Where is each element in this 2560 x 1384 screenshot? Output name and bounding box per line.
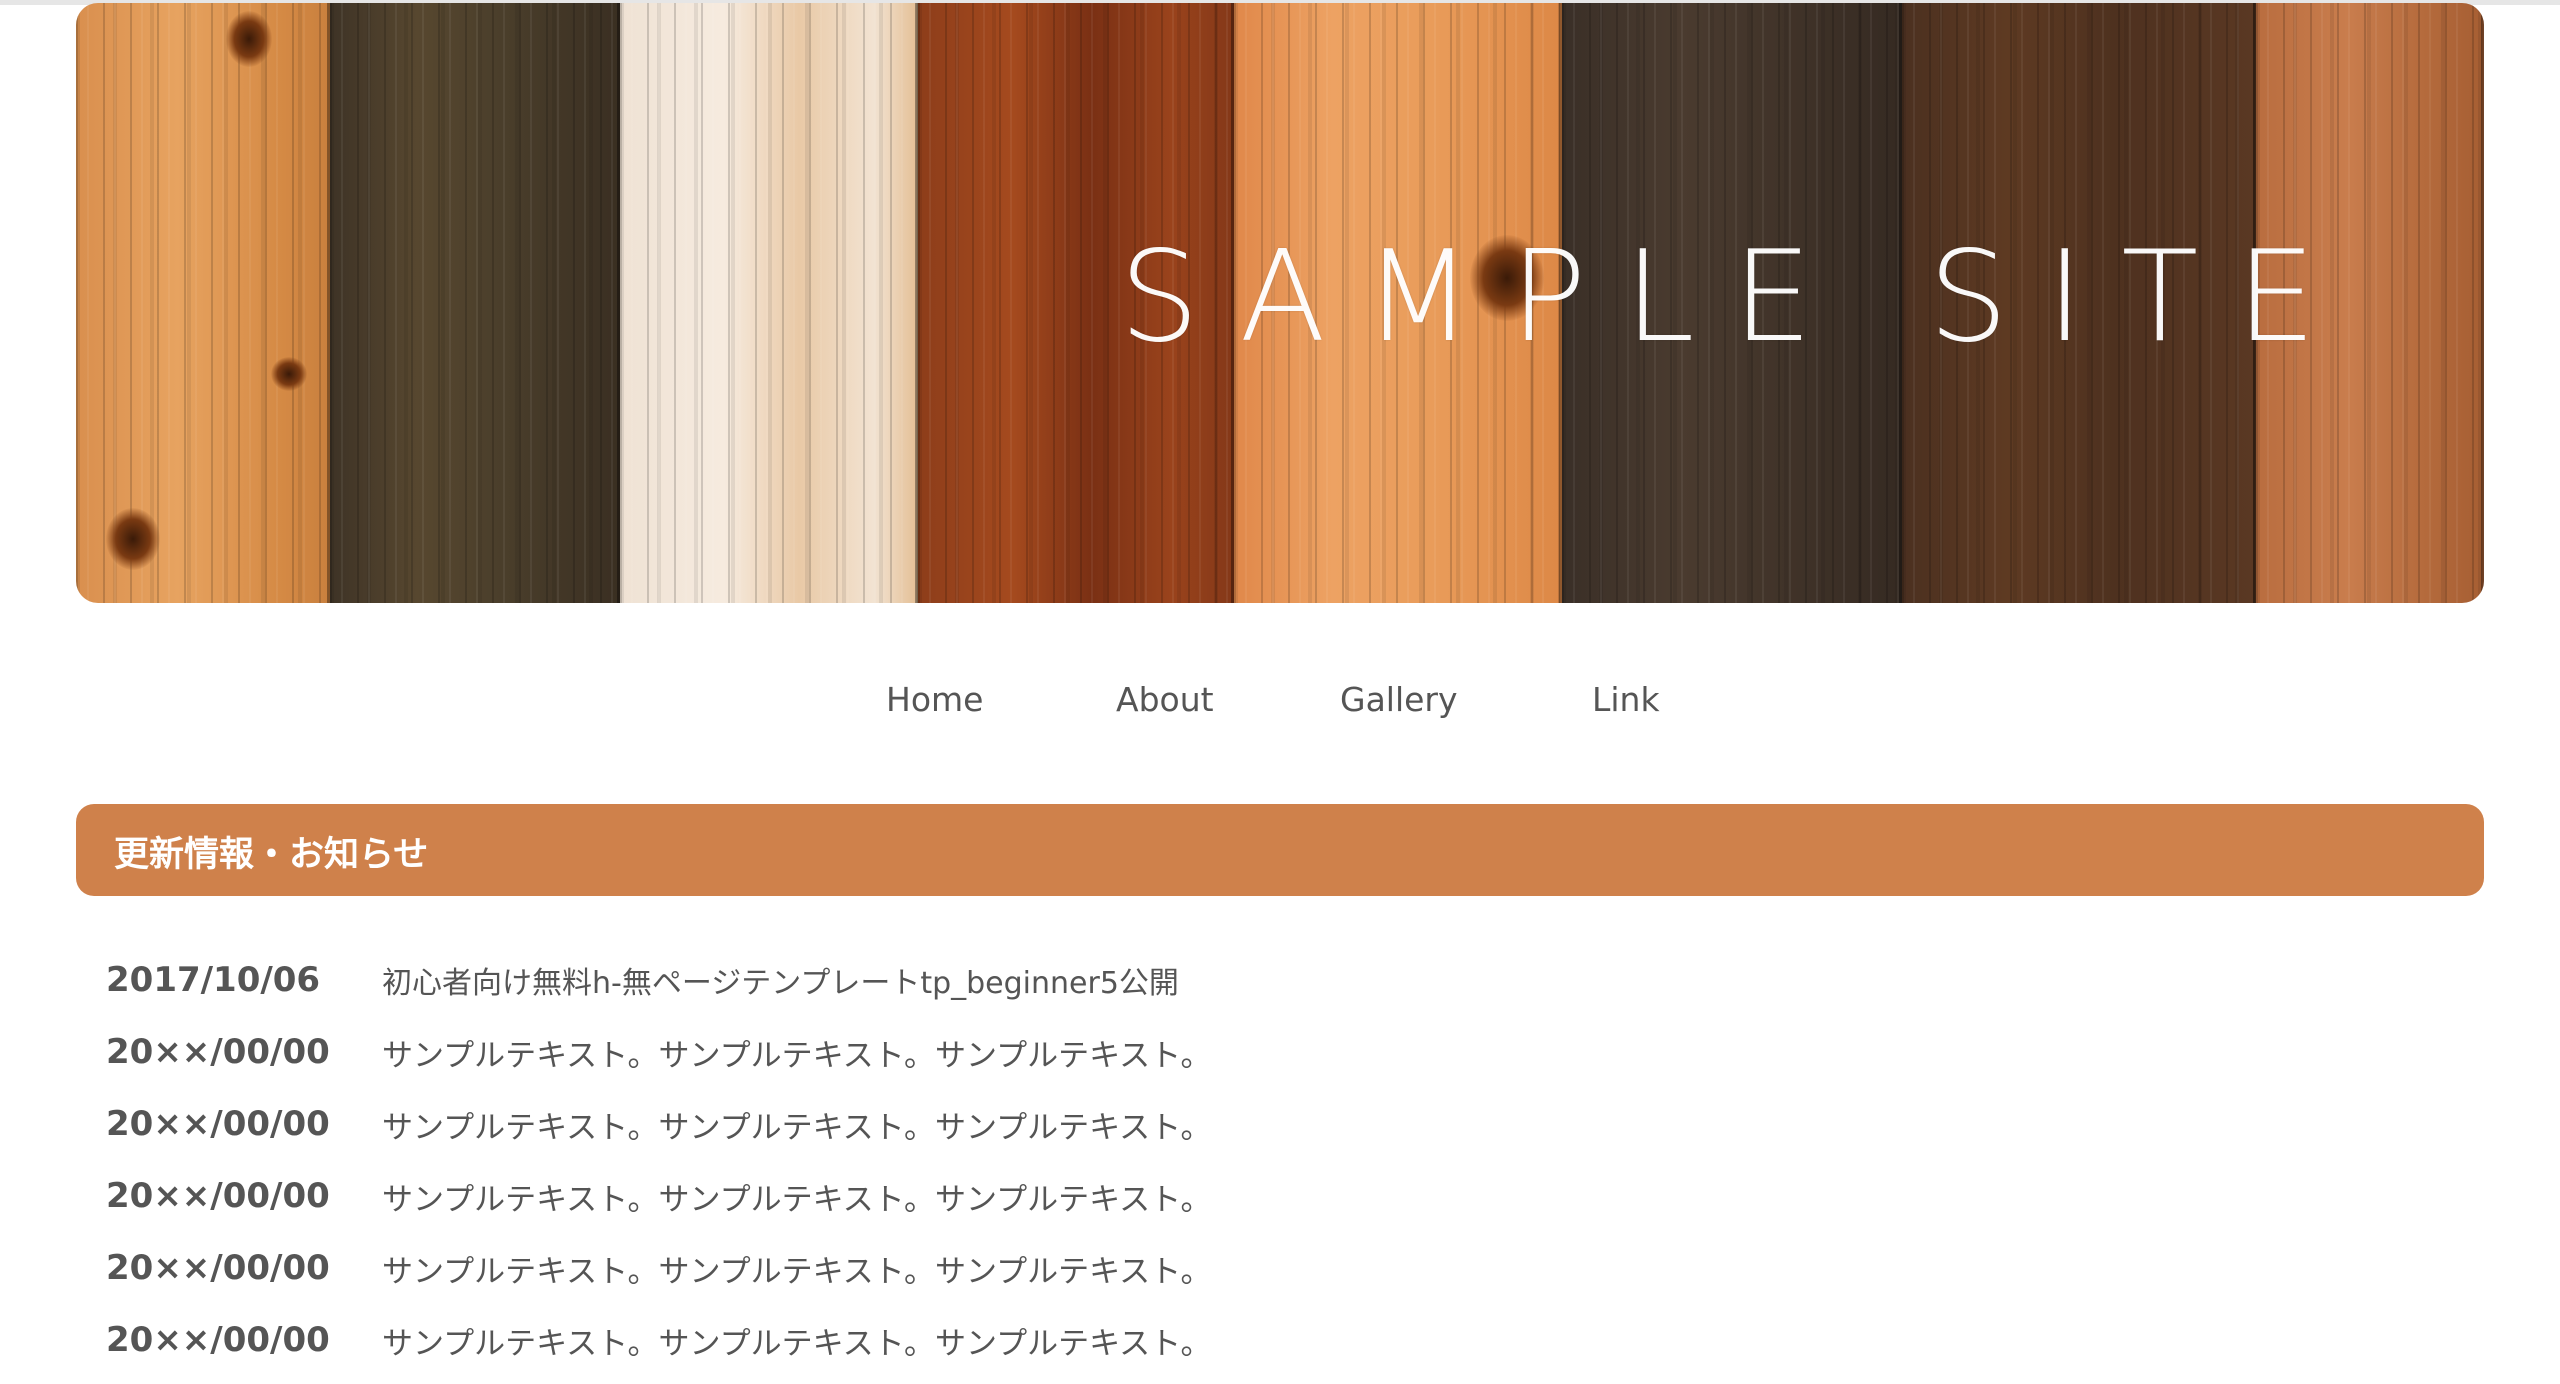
nav-item-about[interactable]: About [1116,680,1214,719]
section-title: 更新情報・お知らせ [114,835,429,875]
list-item: 20××/00/00 サンプルテキスト。サンプルテキスト。サンプルテキスト。 [106,1016,2406,1088]
news-date: 20××/00/00 [106,1104,330,1144]
news-text: サンプルテキスト。サンプルテキスト。サンプルテキスト。 [382,1253,1212,1290]
list-item: 20××/00/00 サンプルテキスト。サンプルテキスト。サンプルテキスト。 [106,1088,2406,1160]
wood-plank [330,3,620,603]
site-title: SAMPLE SITE [1119,223,2354,370]
news-date: 20××/00/00 [106,1320,330,1360]
wood-plank [76,3,330,603]
list-item: 2017/10/06 初心者向け無料h-無ページテンプレートtp_beginne… [106,944,2406,1016]
list-item: 20××/00/00 サンプルテキスト。サンプルテキスト。サンプルテキスト。 [106,1304,2406,1376]
news-text: サンプルテキスト。サンプルテキスト。サンプルテキスト。 [382,1181,1212,1218]
news-date: 20××/00/00 [106,1248,330,1288]
list-item: 20××/00/00 サンプルテキスト。サンプルテキスト。サンプルテキスト。 [106,1160,2406,1232]
list-item: 20××/00/00 サンプルテキスト。サンプルテキスト。サンプルテキスト。 [106,1232,2406,1304]
news-section-header: 更新情報・お知らせ [76,804,2484,896]
news-date: 2017/10/06 [106,960,321,1000]
wood-plank [620,3,918,603]
news-date: 20××/00/00 [106,1176,330,1216]
news-text: サンプルテキスト。サンプルテキスト。サンプルテキスト。 [382,1037,1212,1074]
news-date: 20××/00/00 [106,1032,330,1072]
nav-item-link[interactable]: Link [1592,680,1660,719]
news-list: 2017/10/06 初心者向け無料h-無ページテンプレートtp_beginne… [106,944,2406,1376]
news-text: サンプルテキスト。サンプルテキスト。サンプルテキスト。 [382,1325,1212,1362]
news-text: 初心者向け無料h-無ページテンプレートtp_beginner5公開 [382,966,1179,1001]
nav-item-home[interactable]: Home [886,680,983,719]
nav-item-gallery[interactable]: Gallery [1340,680,1458,719]
main-nav: Home About Gallery Link [0,680,2560,736]
header-banner: SAMPLE SITE [76,3,2484,603]
news-text: サンプルテキスト。サンプルテキスト。サンプルテキスト。 [382,1109,1212,1146]
